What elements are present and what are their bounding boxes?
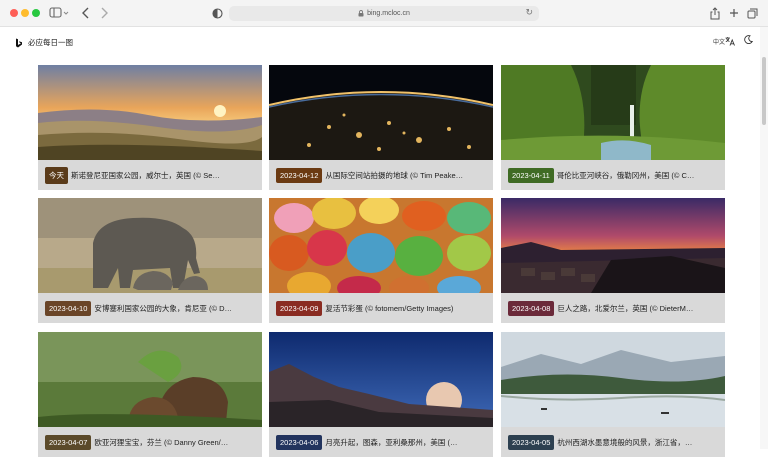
card-caption: 巨人之路，北爱尔兰，英国 (© DieterM… bbox=[557, 303, 694, 313]
browser-toolbar: bing.mcloc.cn ↻ bbox=[0, 0, 768, 27]
wallpaper-card[interactable]: 2023-04-05 杭州西湖水墨意境般的风景，浙江省，… bbox=[501, 332, 725, 457]
translate-icon[interactable] bbox=[725, 36, 735, 46]
wallpaper-image-west-lake[interactable] bbox=[501, 332, 725, 427]
sidebar-toggle-icon[interactable] bbox=[48, 5, 70, 21]
card-caption: 复活节彩蛋 (© fotomem/Getty Images) bbox=[325, 303, 454, 313]
address-bar[interactable]: bing.mcloc.cn ↻ bbox=[229, 6, 539, 21]
date-badge: 2023-04-05 bbox=[508, 434, 555, 450]
card-caption-bar: 2023-04-05 杭州西湖水墨意境般的风景，浙江省，… bbox=[501, 427, 725, 457]
date-badge: 2023-04-12 bbox=[276, 167, 323, 183]
wallpaper-image-elephants[interactable] bbox=[38, 198, 262, 293]
site-header bbox=[0, 27, 760, 57]
card-caption: 哥伦比亚河峡谷，俄勒冈州，美国 (© C… bbox=[556, 170, 695, 180]
card-caption: 从国际空间站拍摄的地球 (© Tim Peake… bbox=[325, 170, 464, 180]
date-badge: 2023-04-07 bbox=[45, 434, 92, 450]
date-badge: 今天 bbox=[45, 166, 68, 184]
wallpaper-card[interactable]: 2023-04-07 欧亚河狸宝宝，芬兰 (© Danny Green/… bbox=[38, 332, 262, 457]
wallpaper-image-easter-eggs[interactable] bbox=[269, 198, 493, 293]
wallpaper-image-earth-iss[interactable] bbox=[269, 65, 493, 160]
wallpaper-image-giants-causeway[interactable] bbox=[501, 198, 725, 293]
card-caption-bar: 2023-04-11 哥伦比亚河峡谷，俄勒冈州，美国 (© C… bbox=[501, 160, 725, 190]
wallpaper-card[interactable]: 2023-04-08 巨人之路，北爱尔兰，英国 (© DieterM… bbox=[501, 198, 725, 323]
date-badge: 2023-04-09 bbox=[276, 300, 323, 316]
tab-overview-icon[interactable] bbox=[746, 5, 758, 21]
scrollbar[interactable] bbox=[760, 27, 768, 449]
dark-mode-icon[interactable] bbox=[744, 35, 753, 44]
date-badge: 2023-04-08 bbox=[508, 300, 555, 316]
card-caption-bar: 2023-04-12 从国际空间站拍摄的地球 (© Tim Peake… bbox=[269, 160, 493, 190]
card-caption-bar: 2023-04-10 安博塞利国家公园的大象，肯尼亚 (© D… bbox=[38, 293, 262, 323]
privacy-report-icon[interactable] bbox=[210, 5, 224, 21]
card-caption: 欧亚河狸宝宝，芬兰 (© Danny Green/… bbox=[94, 437, 229, 447]
card-caption: 杭州西湖水墨意境般的风景，浙江省，… bbox=[557, 437, 693, 447]
back-icon[interactable] bbox=[80, 5, 92, 21]
card-caption-bar: 今天 斯诺登尼亚国家公园，威尔士，英国 (© Sebast… bbox=[38, 160, 262, 190]
wallpaper-card[interactable]: 2023-04-10 安博塞利国家公园的大象，肯尼亚 (© D… bbox=[38, 198, 262, 323]
lock-icon bbox=[358, 10, 364, 17]
minimize-window-button[interactable] bbox=[21, 9, 29, 17]
wallpaper-card[interactable]: 2023-04-11 哥伦比亚河峡谷，俄勒冈州，美国 (© C… bbox=[501, 65, 725, 190]
wallpaper-image-columbia-gorge[interactable] bbox=[501, 65, 725, 160]
card-caption-bar: 2023-04-07 欧亚河狸宝宝，芬兰 (© Danny Green/… bbox=[38, 427, 262, 457]
forward-icon[interactable] bbox=[98, 5, 110, 21]
reload-icon[interactable]: ↻ bbox=[525, 7, 533, 18]
card-caption: 月亮升起，图森，亚利桑那州，美国 (… bbox=[325, 437, 458, 447]
new-tab-icon[interactable] bbox=[728, 5, 740, 21]
zoom-window-button[interactable] bbox=[32, 9, 40, 17]
scrollbar-thumb[interactable] bbox=[762, 57, 766, 125]
wallpaper-card[interactable]: 今天 斯诺登尼亚国家公园，威尔士，英国 (© Sebast… bbox=[38, 65, 262, 190]
wallpaper-card[interactable]: 2023-04-12 从国际空间站拍摄的地球 (© Tim Peake… bbox=[269, 65, 493, 190]
wallpaper-image-moonrise-tucson[interactable] bbox=[269, 332, 493, 427]
wallpaper-image-snowdonia[interactable] bbox=[38, 65, 262, 160]
date-badge: 2023-04-06 bbox=[276, 434, 323, 450]
address-url: bing.mcloc.cn bbox=[367, 10, 410, 17]
card-caption-bar: 2023-04-06 月亮升起，图森，亚利桑那州，美国 (… bbox=[269, 427, 493, 457]
date-badge: 2023-04-10 bbox=[45, 300, 92, 316]
card-caption-bar: 2023-04-09 复活节彩蛋 (© fotomem/Getty Images… bbox=[269, 293, 493, 323]
language-label[interactable]: 中文 bbox=[713, 37, 725, 46]
bing-logo-icon[interactable] bbox=[15, 38, 23, 48]
wallpaper-card[interactable]: 2023-04-06 月亮升起，图森，亚利桑那州，美国 (… bbox=[269, 332, 493, 457]
wallpaper-card[interactable]: 2023-04-09 复活节彩蛋 (© fotomem/Getty Images… bbox=[269, 198, 493, 323]
share-icon[interactable] bbox=[709, 5, 721, 21]
date-badge: 2023-04-11 bbox=[508, 167, 554, 183]
card-caption-bar: 2023-04-08 巨人之路，北爱尔兰，英国 (© DieterM… bbox=[501, 293, 725, 323]
card-caption: 斯诺登尼亚国家公园，威尔士，英国 (© Sebast… bbox=[71, 170, 221, 180]
card-caption: 安博塞利国家公园的大象，肯尼亚 (© D… bbox=[94, 303, 232, 313]
close-window-button[interactable] bbox=[10, 9, 18, 17]
site-title[interactable]: 必应每日一图 bbox=[28, 37, 73, 48]
wallpaper-image-beavers[interactable] bbox=[38, 332, 262, 427]
